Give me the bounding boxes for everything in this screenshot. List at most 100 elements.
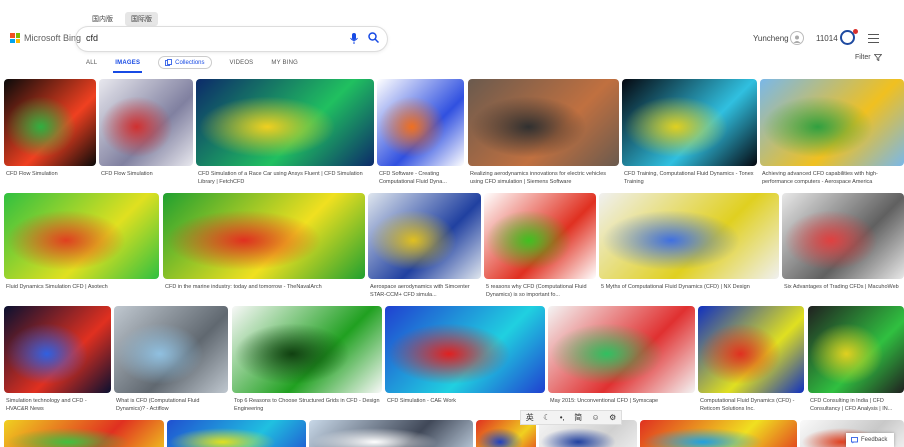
- feedback-label: Feedback: [861, 437, 888, 443]
- result-caption[interactable]: CFD in the marine industry: today and to…: [165, 283, 363, 291]
- avatar-icon[interactable]: [790, 31, 804, 45]
- result-thumbnail[interactable]: [808, 306, 904, 393]
- image-result[interactable]: What is CFD (Computational Fluid Dynamic…: [114, 306, 228, 414]
- result-thumbnail[interactable]: [385, 306, 545, 393]
- image-result[interactable]: Achieving advanced CFD capabilities with…: [760, 79, 904, 187]
- microphone-icon[interactable]: [350, 33, 358, 44]
- result-thumbnail[interactable]: [4, 306, 111, 393]
- result-caption[interactable]: CFD Simulation of a Race Car using Ansys…: [198, 170, 372, 186]
- result-thumbnail[interactable]: [698, 306, 804, 393]
- tab-my-bing[interactable]: MY BING: [271, 60, 298, 66]
- result-thumbnail[interactable]: [114, 306, 228, 393]
- emoji-icon[interactable]: ☺: [592, 413, 600, 422]
- image-result[interactable]: Computational Fluid Dynamics (CFD) - Ret…: [698, 306, 804, 414]
- result-thumbnail[interactable]: [468, 79, 619, 166]
- result-thumbnail[interactable]: [484, 193, 596, 279]
- image-result[interactable]: CFD Consulting in India | CFD Consultanc…: [808, 306, 904, 414]
- result-thumbnail[interactable]: [99, 79, 193, 166]
- result-thumbnail[interactable]: [4, 420, 164, 447]
- result-caption[interactable]: Simulation technology and CFD - HVAC&R N…: [6, 397, 109, 413]
- result-thumbnail[interactable]: [599, 193, 779, 279]
- ime-mode-toggle[interactable]: 简: [574, 412, 582, 423]
- result-caption[interactable]: Top 6 Reasons to Choose Structured Grids…: [234, 397, 380, 413]
- tab-all[interactable]: ALL: [86, 60, 97, 66]
- user-name[interactable]: Yuncheng: [753, 34, 789, 43]
- result-caption[interactable]: CFD Software - Creating Computational Fl…: [379, 170, 462, 186]
- result-caption[interactable]: CFD Flow Simulation: [101, 170, 191, 178]
- collections-label: Collections: [175, 59, 205, 66]
- image-result[interactable]: [4, 420, 164, 447]
- result-caption[interactable]: CFD Consulting in India | CFD Consultanc…: [810, 397, 902, 413]
- rewards-points[interactable]: 11014: [816, 34, 838, 43]
- image-result[interactable]: [640, 420, 797, 447]
- result-thumbnail[interactable]: [4, 79, 96, 166]
- image-result[interactable]: CFD Training, Computational Fluid Dynami…: [622, 79, 757, 187]
- result-thumbnail[interactable]: [782, 193, 904, 279]
- result-thumbnail[interactable]: [640, 420, 797, 447]
- result-caption[interactable]: May 2015: Unconventional CFD | Symscape: [550, 397, 693, 405]
- search-input[interactable]: [86, 33, 326, 43]
- result-caption[interactable]: What is CFD (Computational Fluid Dynamic…: [116, 397, 226, 413]
- result-caption[interactable]: CFD Simulation - CAE Work: [387, 397, 543, 405]
- image-result[interactable]: 5 reasons why CFD (Computational Fluid D…: [484, 193, 596, 301]
- ime-language-toggle[interactable]: 英: [526, 412, 534, 423]
- image-result[interactable]: CFD Flow Simulation: [4, 79, 96, 183]
- image-result[interactable]: [167, 420, 306, 447]
- collections-icon: [165, 59, 173, 66]
- result-caption[interactable]: CFD Training, Computational Fluid Dynami…: [624, 170, 755, 186]
- result-thumbnail[interactable]: [377, 79, 464, 166]
- filter-button[interactable]: Filter: [855, 54, 882, 61]
- ime-toolbar: 英 ☾ •, 简 ☺ ⚙: [520, 410, 622, 425]
- image-result[interactable]: CFD Software - Creating Computational Fl…: [377, 79, 464, 187]
- result-thumbnail[interactable]: [760, 79, 904, 166]
- result-thumbnail[interactable]: [232, 306, 382, 393]
- result-thumbnail[interactable]: [4, 193, 159, 279]
- result-caption[interactable]: Six Advantages of Trading CFDs | MacuhoW…: [784, 283, 902, 291]
- image-result[interactable]: Realizing aerodynamics innovations for e…: [468, 79, 619, 187]
- tab-images[interactable]: IMAGES: [113, 60, 143, 73]
- filter-funnel-icon: [873, 54, 882, 61]
- image-result[interactable]: Six Advantages of Trading CFDs | MacuhoW…: [782, 193, 904, 293]
- result-thumbnail[interactable]: [163, 193, 365, 279]
- result-caption[interactable]: 5 Myths of Computational Fluid Dynamics …: [601, 283, 777, 291]
- result-thumbnail[interactable]: [309, 420, 473, 447]
- image-result[interactable]: 5 Myths of Computational Fluid Dynamics …: [599, 193, 779, 293]
- result-thumbnail[interactable]: [196, 79, 374, 166]
- vertical-nav: ALL IMAGES Collections VIDEOS MY BING: [86, 56, 316, 73]
- gear-icon[interactable]: ⚙: [609, 413, 616, 422]
- logo-square-blue: [10, 38, 15, 43]
- tab-videos[interactable]: VIDEOS: [230, 60, 254, 66]
- collections-button[interactable]: Collections: [158, 56, 212, 69]
- image-result[interactable]: Simulation technology and CFD - HVAC&R N…: [4, 306, 111, 414]
- result-thumbnail[interactable]: [368, 193, 481, 279]
- image-result[interactable]: CFD in the marine industry: today and to…: [163, 193, 365, 293]
- image-result[interactable]: CFD Flow Simulation: [99, 79, 193, 183]
- result-caption[interactable]: Computational Fluid Dynamics (CFD) - Ret…: [700, 397, 802, 413]
- image-result[interactable]: Aerospace aerodynamics with Simcenter ST…: [368, 193, 481, 301]
- result-thumbnail[interactable]: [622, 79, 757, 166]
- bing-logo[interactable]: Microsoft Bing: [10, 33, 81, 43]
- punctuation-icon[interactable]: •,: [560, 413, 565, 422]
- image-result[interactable]: [309, 420, 473, 447]
- result-caption[interactable]: CFD Flow Simulation: [6, 170, 94, 178]
- result-caption[interactable]: Realizing aerodynamics innovations for e…: [470, 170, 617, 186]
- tab-domestic[interactable]: 国内版: [86, 12, 119, 26]
- result-thumbnail[interactable]: [548, 306, 695, 393]
- result-caption[interactable]: Achieving advanced CFD capabilities with…: [762, 170, 902, 186]
- result-caption[interactable]: Fluid Dynamics Simulation CFD | Asotech: [6, 283, 157, 291]
- search-box: [76, 27, 387, 51]
- search-icon[interactable]: [368, 32, 379, 43]
- feedback-button[interactable]: Feedback: [846, 433, 894, 447]
- logo-square-yellow: [15, 38, 20, 43]
- image-result[interactable]: Fluid Dynamics Simulation CFD | Asotech: [4, 193, 159, 293]
- image-result[interactable]: May 2015: Unconventional CFD | Symscape: [548, 306, 695, 406]
- moon-icon[interactable]: ☾: [543, 413, 550, 422]
- result-caption[interactable]: Aerospace aerodynamics with Simcenter ST…: [370, 283, 479, 299]
- image-result[interactable]: CFD Simulation - CAE Work: [385, 306, 545, 406]
- image-result[interactable]: CFD Simulation of a Race Car using Ansys…: [196, 79, 374, 187]
- result-caption[interactable]: 5 reasons why CFD (Computational Fluid D…: [486, 283, 594, 299]
- menu-icon[interactable]: [868, 34, 879, 46]
- tab-international[interactable]: 国际版: [125, 12, 158, 26]
- result-thumbnail[interactable]: [167, 420, 306, 447]
- image-result[interactable]: Top 6 Reasons to Choose Structured Grids…: [232, 306, 382, 414]
